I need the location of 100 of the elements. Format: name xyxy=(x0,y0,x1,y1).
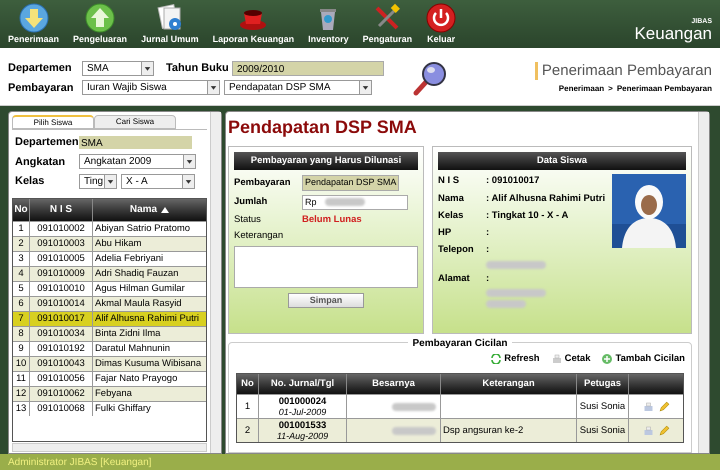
table-cell-text: 12 xyxy=(14,386,28,400)
tab[interactable]: Pilih Siswa xyxy=(12,115,94,129)
journal-number: 001000024 xyxy=(278,396,326,407)
table-cell: Fulki Ghiffary xyxy=(92,402,206,416)
table-cell-text: 1 xyxy=(17,222,25,236)
pencil-icon[interactable] xyxy=(658,425,670,436)
sort-up-icon xyxy=(161,206,170,212)
payment-type-select[interactable]: Pendapatan DSP SMA xyxy=(224,80,372,96)
batch-select[interactable]: Angkatan 2009 xyxy=(79,154,196,170)
toolbar-button[interactable]: Pengaturan xyxy=(362,2,412,46)
journal-date: 11-Aug-2009 xyxy=(276,430,328,441)
table-cell: Dsp angsuran ke-2 xyxy=(441,419,577,442)
field-label: Jumlah xyxy=(234,195,268,210)
printer-icon[interactable] xyxy=(642,426,654,436)
table-row[interactable]: 8 091010034 Binta Zidni Ilma xyxy=(13,326,206,340)
field-value: : Tingkat 10 - X - A xyxy=(486,208,568,223)
year-field[interactable]: 2009/2010 xyxy=(232,60,384,76)
status-text: Belum Lunas xyxy=(302,212,362,227)
payment-select[interactable]: Iuran Wajib Siswa xyxy=(82,80,220,96)
toolbar-button[interactable]: Penerimaan xyxy=(8,2,60,46)
field-label: Alamat xyxy=(438,272,471,286)
table-cell: 2 xyxy=(237,419,259,442)
logo: Keuangan xyxy=(634,25,712,42)
field-value: : xyxy=(486,226,490,240)
table-row[interactable]: 7 091010017 Alif Alhusna Rahimi Putri xyxy=(13,310,206,326)
field-value: : Alif Alhusna Rahimi Putri xyxy=(486,192,606,206)
department-field: SMA xyxy=(79,136,192,149)
blurred-text xyxy=(486,300,526,308)
field-label: Telepon xyxy=(438,243,475,258)
vertical-scrollbar[interactable] xyxy=(210,112,221,453)
table-cell-text: 3 xyxy=(17,252,25,266)
printer-icon xyxy=(552,354,562,364)
table-cell-text: 6 xyxy=(17,296,25,310)
printer-icon[interactable] xyxy=(642,402,654,412)
add-icon xyxy=(602,354,612,364)
class-select[interactable]: X - A xyxy=(121,174,195,189)
section-title: Pembayaran Cicilan xyxy=(408,336,512,351)
field-value: : xyxy=(486,272,490,286)
toolbar-button[interactable]: Keluar xyxy=(426,2,456,46)
field-label: Nama xyxy=(438,192,465,206)
breadcrumb-item[interactable]: Penerimaan xyxy=(558,82,604,94)
blurred-text xyxy=(392,426,436,435)
panel-header: Pembayaran yang Harus Dilunasi xyxy=(234,152,418,170)
action-link[interactable]: Refresh xyxy=(491,352,540,366)
save-button[interactable]: Simpan xyxy=(288,293,364,308)
table-cell-text: 9 xyxy=(17,342,25,356)
toolbar-button[interactable]: Jurnal Umum xyxy=(141,2,199,46)
breadcrumb-item[interactable]: Penerimaan Pembayaran xyxy=(616,82,712,94)
field-label: Pembayaran xyxy=(8,80,74,96)
field-label: Keterangan xyxy=(234,229,284,243)
department-select[interactable]: SMA xyxy=(82,60,154,76)
toolbar-button[interactable]: Laporan Keuangan xyxy=(212,2,294,46)
search-icon[interactable] xyxy=(412,60,448,96)
panel-header: Data Siswa xyxy=(438,152,686,170)
table-cell-text: 8 xyxy=(17,326,25,340)
table-row[interactable]: 5 091010010 Agus Hilman Gumilar xyxy=(13,280,206,296)
field-label: Kelas xyxy=(438,208,464,223)
refresh-icon xyxy=(491,354,502,364)
table-row[interactable]: 10 091010043 Dimas Kusuma Wibisana xyxy=(13,356,206,370)
table-row[interactable]: 11 091010056 Fajar Nato Prayogo xyxy=(13,370,206,386)
table-row[interactable]: 2 091010003 Abu Hikam xyxy=(13,236,206,250)
table-cell-text: 7 xyxy=(17,312,25,326)
column-header: No xyxy=(13,203,29,217)
table-cell-text: 13 xyxy=(14,402,28,416)
page-title: Penerimaan Pembayaran xyxy=(542,61,712,81)
field-label: Tahun Buku xyxy=(166,61,228,76)
table-row[interactable]: 1 091010002 Abiyan Satrio Pratomo xyxy=(13,220,206,236)
amount-field[interactable]: Rp xyxy=(302,194,408,210)
journal-date: 01-Jul-2009 xyxy=(278,406,326,417)
notes-field[interactable] xyxy=(234,246,418,288)
table-row[interactable]: 13 091010068 Fulki Ghiffary xyxy=(13,400,206,416)
blurred-text xyxy=(392,402,436,411)
journal-number: 001001533 xyxy=(278,420,326,431)
vertical-scrollbar[interactable] xyxy=(698,112,709,453)
table-row[interactable]: 9 091010192 Daratul Mahnunin xyxy=(13,340,206,356)
field-label: HP xyxy=(438,226,452,240)
table-row[interactable]: 6 091010014 Akmal Maula Rasyid xyxy=(13,296,206,310)
table-row[interactable]: 4 091010009 Adri Shadiq Fauzan xyxy=(13,266,206,280)
action-link[interactable]: Tambah Cicilan xyxy=(602,352,685,366)
table-cell-text: 11 xyxy=(15,372,27,386)
field-label: Departemen xyxy=(15,135,79,150)
horizontal-scrollbar[interactable] xyxy=(12,443,207,452)
power-icon xyxy=(426,2,456,32)
table-cell-text: 2 xyxy=(17,236,25,250)
payment-field: Pendapatan DSP SMA xyxy=(302,175,400,191)
field-label: Pembayaran xyxy=(234,176,292,190)
section-heading: Pendapatan DSP SMA xyxy=(228,116,418,138)
table-cell: Susi Sonia xyxy=(577,419,629,442)
field-value: : 091010017 xyxy=(486,174,540,188)
action-link[interactable]: Cetak xyxy=(552,352,590,366)
table-row[interactable]: 3 091010005 Adelia Febriyani xyxy=(13,250,206,266)
tab[interactable]: Cari Siswa xyxy=(94,115,176,129)
toolbar-button[interactable]: Inventory xyxy=(308,2,349,46)
pencil-icon[interactable] xyxy=(658,401,670,412)
field-label: Status xyxy=(234,212,262,227)
table-row[interactable]: 12 091010062 Febyana xyxy=(13,386,206,400)
toolbar-button[interactable]: Pengeluaran xyxy=(73,2,128,46)
level-select[interactable]: Ting xyxy=(79,174,117,189)
table-cell: 091010068 xyxy=(29,402,92,416)
field-label: Kelas xyxy=(15,174,46,189)
